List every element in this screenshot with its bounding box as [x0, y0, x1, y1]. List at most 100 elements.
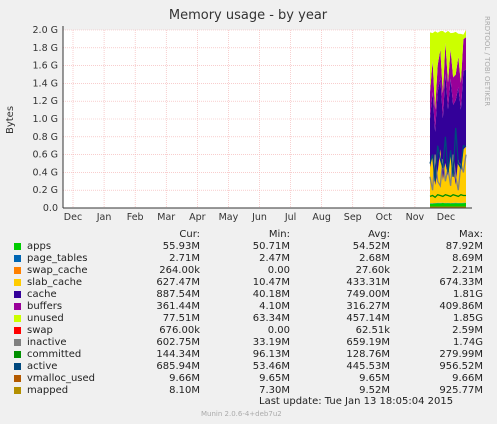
x-tick-label: Aug: [312, 212, 331, 223]
x-tick-label: Oct: [376, 212, 393, 223]
legend-min-value: 4.10M: [259, 301, 290, 312]
legend-series-name: page_tables: [27, 253, 88, 264]
legend-row-active: active 685.94M 53.46M 445.53M 956.52M: [0, 361, 497, 373]
x-tick-label: Jan: [96, 212, 112, 223]
y-tick-label: 0.4 G: [33, 167, 59, 178]
legend-cur-value: 55.93M: [162, 241, 200, 252]
munin-version: Munin 2.0.6-4+deb7u2: [201, 410, 282, 418]
y-tick-label: 1.2 G: [33, 96, 59, 107]
legend-row-swap-cache: swap_cache 264.00k 0.00 27.60k 2.21M: [0, 265, 497, 277]
header-cur: Cur:: [179, 229, 200, 240]
legend-avg-value: 659.19M: [346, 337, 390, 348]
x-tick-label: Nov: [406, 212, 425, 223]
legend-cur-value: 361.44M: [156, 301, 200, 312]
legend-swatch: [14, 387, 21, 394]
legend-min-value: 40.18M: [252, 289, 290, 300]
legend-max-value: 1.85G: [452, 313, 483, 324]
y-tick-label: 0.8 G: [33, 132, 59, 143]
legend-min-value: 33.19M: [252, 337, 290, 348]
legend-cur-value: 8.10M: [169, 385, 200, 396]
x-tick-label: Dec: [437, 212, 455, 223]
legend-min-value: 63.34M: [252, 313, 290, 324]
legend-header: Cur: Min: Avg: Max:: [0, 229, 497, 241]
legend-series-name: cache: [27, 289, 57, 300]
legend-swatch: [14, 363, 21, 370]
legend-row-apps: apps 55.93M 50.71M 54.52M 87.92M: [0, 241, 497, 253]
legend-max-value: 8.69M: [452, 253, 483, 264]
legend-avg-value: 9.52M: [359, 385, 390, 396]
header-avg: Avg:: [368, 229, 390, 240]
legend-cur-value: 627.47M: [156, 277, 200, 288]
legend-avg-value: 2.68M: [359, 253, 390, 264]
legend-max-value: 1.81G: [452, 289, 483, 300]
legend-cur-value: 2.71M: [169, 253, 200, 264]
legend-swatch: [14, 243, 21, 250]
legend-avg-value: 27.60k: [355, 265, 390, 276]
legend-max-value: 87.92M: [445, 241, 483, 252]
legend-row-slab-cache: slab_cache 627.47M 10.47M 433.31M 674.33M: [0, 277, 497, 289]
y-tick-label: 1.8 G: [33, 43, 59, 54]
memory-chart: Memory usage - by year Bytes RRDTOOL / T…: [0, 0, 497, 228]
rrdtool-side-label: RRDTOOL / TOBI OETIKER: [483, 16, 491, 106]
legend-min-value: 53.46M: [252, 361, 290, 372]
legend-max-value: 2.59M: [452, 325, 483, 336]
legend-avg-value: 433.31M: [346, 277, 390, 288]
legend-max-value: 956.52M: [439, 361, 483, 372]
legend-min-value: 0.00: [267, 265, 290, 276]
legend-avg-value: 457.14M: [346, 313, 390, 324]
legend-swatch: [14, 255, 21, 262]
legend-swatch: [14, 303, 21, 310]
header-max: Max:: [458, 229, 483, 240]
legend-swatch: [14, 279, 21, 286]
legend-min-value: 96.13M: [252, 349, 290, 360]
legend-row-buffers: buffers 361.44M 4.10M 316.27M 409.86M: [0, 301, 497, 313]
legend-avg-value: 62.51k: [355, 325, 390, 336]
legend-min-value: 0.00: [267, 325, 290, 336]
legend-row-swap: swap 676.00k 0.00 62.51k 2.59M: [0, 325, 497, 337]
legend-cur-value: 685.94M: [156, 361, 200, 372]
legend-avg-value: 54.52M: [352, 241, 390, 252]
legend-min-value: 2.47M: [259, 253, 290, 264]
legend-min-value: 7.30M: [259, 385, 290, 396]
legend-series-name: buffers: [27, 301, 63, 312]
x-tick-label: Jul: [284, 212, 296, 223]
chart-title: Memory usage - by year: [169, 8, 328, 23]
x-tick-label: May: [219, 212, 239, 223]
x-tick-label: Dec: [64, 212, 82, 223]
legend-avg-value: 445.53M: [346, 361, 390, 372]
legend-series-name: vmalloc_used: [27, 373, 96, 384]
legend-cur-value: 144.34M: [156, 349, 200, 360]
legend-swatch: [14, 315, 21, 322]
legend-row-cache: cache 887.54M 40.18M 749.00M 1.81G: [0, 289, 497, 301]
legend-avg-value: 128.76M: [346, 349, 390, 360]
legend-cur-value: 602.75M: [156, 337, 200, 348]
legend-swatch: [14, 327, 21, 334]
legend-series-name: swap: [27, 325, 53, 336]
legend-max-value: 409.86M: [439, 301, 483, 312]
x-tick-label: Mar: [157, 212, 175, 223]
legend-min-value: 50.71M: [252, 241, 290, 252]
legend-max-value: 9.66M: [452, 373, 483, 384]
legend-row-inactive: inactive 602.75M 33.19M 659.19M 1.74G: [0, 337, 497, 349]
legend-series-name: committed: [27, 349, 82, 360]
legend-row-vmalloc-used: vmalloc_used 9.66M 9.65M 9.65M 9.66M: [0, 373, 497, 385]
y-tick-label: 1.0 G: [33, 114, 59, 125]
legend-row-unused: unused 77.51M 63.34M 457.14M 1.85G: [0, 313, 497, 325]
legend-series-name: slab_cache: [27, 277, 83, 288]
legend-max-value: 674.33M: [439, 277, 483, 288]
legend-avg-value: 316.27M: [346, 301, 390, 312]
legend-row-committed: committed 144.34M 96.13M 128.76M 279.99M: [0, 349, 497, 361]
legend-swatch: [14, 267, 21, 274]
y-tick-label: 0.6 G: [33, 150, 59, 161]
legend-swatch: [14, 291, 21, 298]
legend-row-page-tables: page_tables 2.71M 2.47M 2.68M 8.69M: [0, 253, 497, 265]
x-tick-label: Jun: [251, 212, 267, 223]
x-tick-label: Sep: [344, 212, 362, 223]
legend-cur-value: 887.54M: [156, 289, 200, 300]
y-tick-label: 1.4 G: [33, 78, 59, 89]
legend-swatch: [14, 351, 21, 358]
legend-avg-value: 9.65M: [359, 373, 390, 384]
legend-series-name: unused: [27, 313, 64, 324]
y-tick-label: 0.0: [43, 203, 58, 214]
legend-series-name: inactive: [27, 337, 67, 348]
